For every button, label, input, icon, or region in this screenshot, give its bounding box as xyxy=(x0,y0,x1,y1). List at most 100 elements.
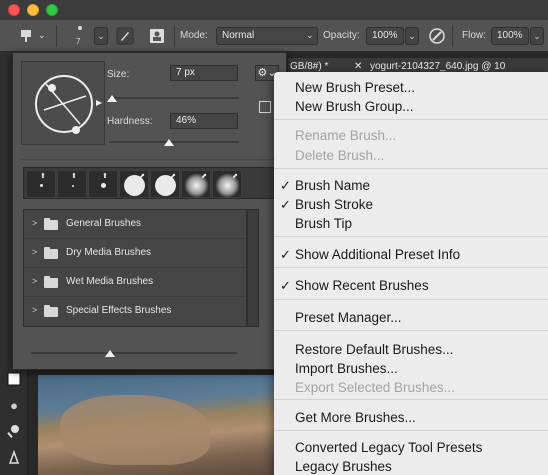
new-preset-icon[interactable] xyxy=(259,101,271,113)
document-tab-2[interactable]: yogurt-2104327_640.jpg @ 10 xyxy=(370,61,505,72)
clone-source-icon[interactable] xyxy=(148,27,166,45)
menu-item-delete-brush: Delete Brush... xyxy=(274,146,548,165)
folder-row-general[interactable]: > General Brushes xyxy=(24,210,246,239)
recent-brush-1[interactable]: ⬆ xyxy=(26,170,56,198)
recent-brush-5[interactable]: ⬈ xyxy=(150,170,180,198)
recent-brush-7[interactable]: ⬈ xyxy=(212,170,242,198)
preview-size-slider-track[interactable] xyxy=(31,352,237,354)
opacity-field[interactable]: 100% xyxy=(366,27,404,45)
size-slider-track[interactable] xyxy=(109,97,239,99)
brush-panel-menu: New Brush Preset... New Brush Group... Ren… xyxy=(274,72,548,475)
dodge-tool-icon[interactable] xyxy=(6,424,22,440)
menu-item-label: Restore Default Brushes... xyxy=(295,342,454,357)
divider xyxy=(21,159,279,160)
menu-item-label: Preset Manager... xyxy=(295,310,402,325)
menu-item-label: Get More Brushes... xyxy=(295,410,416,425)
recent-brushes-strip: ⬆ ⬆ ⬆ ⬈ ⬈ ⬈ ⬈ xyxy=(23,167,275,199)
opacity-slider-toggle[interactable]: ⌄ xyxy=(405,27,419,45)
flow-slider-toggle[interactable]: ⌄ xyxy=(530,27,544,45)
hardness-label: Hardness: xyxy=(107,116,153,127)
brush-picker-toggle[interactable]: ⌄ xyxy=(94,27,108,45)
size-slider-knob[interactable] xyxy=(106,95,117,105)
menu-item-show-recent-brushes[interactable]: ✓ Show Recent Brushes xyxy=(274,276,548,295)
menu-separator xyxy=(274,330,548,331)
brush-folder-list: > General Brushes > Dry Media Brushes > … xyxy=(23,209,247,327)
options-bar: ⌄ 7 ⌄ Mode: Normal ⌄ Opacity: 100% ⌄ Flo… xyxy=(0,20,548,52)
menu-item-converted-legacy-tool-presets[interactable]: Converted Legacy Tool Presets xyxy=(274,438,548,457)
menu-separator xyxy=(274,267,548,268)
folder-label: Special Effects Brushes xyxy=(66,305,172,316)
folder-row-dry-media[interactable]: > Dry Media Brushes xyxy=(24,239,246,268)
menu-item-label: Converted Legacy Tool Presets xyxy=(295,440,483,455)
folder-row-wet-media[interactable]: > Wet Media Brushes xyxy=(24,268,246,297)
menu-item-brush-name[interactable]: ✓ Brush Name xyxy=(274,176,548,195)
minimize-window-button[interactable] xyxy=(27,4,39,16)
folder-row-special-effects[interactable]: > Special Effects Brushes xyxy=(24,297,246,326)
menu-item-brush-tip[interactable]: Brush Tip xyxy=(274,214,548,233)
foreground-color-swatch[interactable] xyxy=(6,372,22,388)
blur-tool-icon[interactable]: ● xyxy=(6,398,22,414)
mode-select[interactable]: Normal xyxy=(216,27,318,45)
folder-list-scrollbar[interactable] xyxy=(247,209,259,327)
menu-item-label: Delete Brush... xyxy=(295,148,385,163)
window-title-bar xyxy=(0,0,548,20)
checkmark-icon: ✓ xyxy=(280,247,291,262)
menu-item-import-brushes[interactable]: Import Brushes... xyxy=(274,359,548,378)
tool-preset-chevron-icon[interactable]: ⌄ xyxy=(38,30,46,41)
menu-item-label: Brush Name xyxy=(295,178,371,193)
menu-item-restore-default-brushes[interactable]: Restore Default Brushes... xyxy=(274,340,548,359)
menu-item-show-additional-preset-info[interactable]: ✓ Show Additional Preset Info xyxy=(274,245,548,264)
brush-tip-preview[interactable] xyxy=(78,26,82,30)
folder-label: Dry Media Brushes xyxy=(66,247,152,258)
menu-item-label: Import Brushes... xyxy=(295,361,398,376)
folder-label: Wet Media Brushes xyxy=(66,276,154,287)
menu-item-label: New Brush Group... xyxy=(295,99,414,114)
brush-tool-icon[interactable] xyxy=(18,28,34,44)
recent-brush-4[interactable]: ⬈ xyxy=(119,170,149,198)
mode-chevron-icon: ⌄ xyxy=(306,30,314,40)
pen-tool-icon[interactable] xyxy=(6,449,22,466)
menu-item-export-selected-brushes: Export Selected Brushes... xyxy=(274,378,548,397)
disclosure-chevron-icon[interactable]: > xyxy=(32,218,37,228)
menu-item-preset-manager[interactable]: Preset Manager... xyxy=(274,308,548,327)
brush-preset-picker: Size: 7 px Hardness: 46% ⚙⌄ ⬆ ⬆ ⬆ ⬈ ⬈ ⬈ … xyxy=(12,52,287,370)
disclosure-chevron-icon[interactable]: > xyxy=(32,305,37,315)
menu-item-legacy-brushes[interactable]: Legacy Brushes xyxy=(274,457,548,475)
menu-item-label: Brush Stroke xyxy=(295,197,374,212)
menu-separator xyxy=(274,399,548,400)
recent-brush-2[interactable]: ⬆ xyxy=(57,170,87,198)
hardness-field[interactable]: 46% xyxy=(170,113,238,129)
brush-tip-shape-preview[interactable] xyxy=(21,61,105,145)
hardness-slider-knob[interactable] xyxy=(163,139,174,149)
menu-item-label: Show Recent Brushes xyxy=(295,278,429,293)
zoom-window-button[interactable] xyxy=(46,4,58,16)
recent-brush-3[interactable]: ⬆ xyxy=(88,170,118,198)
menu-item-label: Brush Tip xyxy=(295,216,353,231)
folder-icon xyxy=(44,305,58,317)
menu-item-new-brush-group[interactable]: New Brush Group... xyxy=(274,97,548,116)
recent-brush-6[interactable]: ⬈ xyxy=(181,170,211,198)
canvas-image-subject xyxy=(60,395,210,465)
size-field[interactable]: 7 px xyxy=(170,65,238,81)
menu-item-rename-brush: Rename Brush... xyxy=(274,126,548,145)
hardness-slider-track[interactable] xyxy=(109,141,239,143)
folder-icon xyxy=(44,276,58,288)
close-window-button[interactable] xyxy=(8,4,20,16)
flow-field[interactable]: 100% xyxy=(491,27,529,45)
menu-item-label: Rename Brush... xyxy=(295,128,397,143)
pressure-opacity-icon[interactable] xyxy=(428,27,446,45)
preview-size-slider-knob[interactable] xyxy=(105,350,115,360)
menu-item-brush-stroke[interactable]: ✓ Brush Stroke xyxy=(274,195,548,214)
document-tab-1[interactable]: GB/8#) * xyxy=(290,61,328,72)
menu-separator xyxy=(274,236,548,237)
menu-item-get-more-brushes[interactable]: Get More Brushes... xyxy=(274,408,548,427)
menu-item-new-brush-preset[interactable]: New Brush Preset... xyxy=(274,78,548,97)
folder-icon xyxy=(44,218,58,230)
brush-size-readout: 7 xyxy=(76,37,81,46)
disclosure-chevron-icon[interactable]: > xyxy=(32,247,37,257)
checkmark-icon: ✓ xyxy=(280,197,291,212)
brush-settings-icon[interactable] xyxy=(116,27,134,45)
opacity-label: Opacity: xyxy=(323,30,360,41)
disclosure-chevron-icon[interactable]: > xyxy=(32,276,37,286)
close-tab-icon[interactable]: ✕ xyxy=(354,61,362,72)
